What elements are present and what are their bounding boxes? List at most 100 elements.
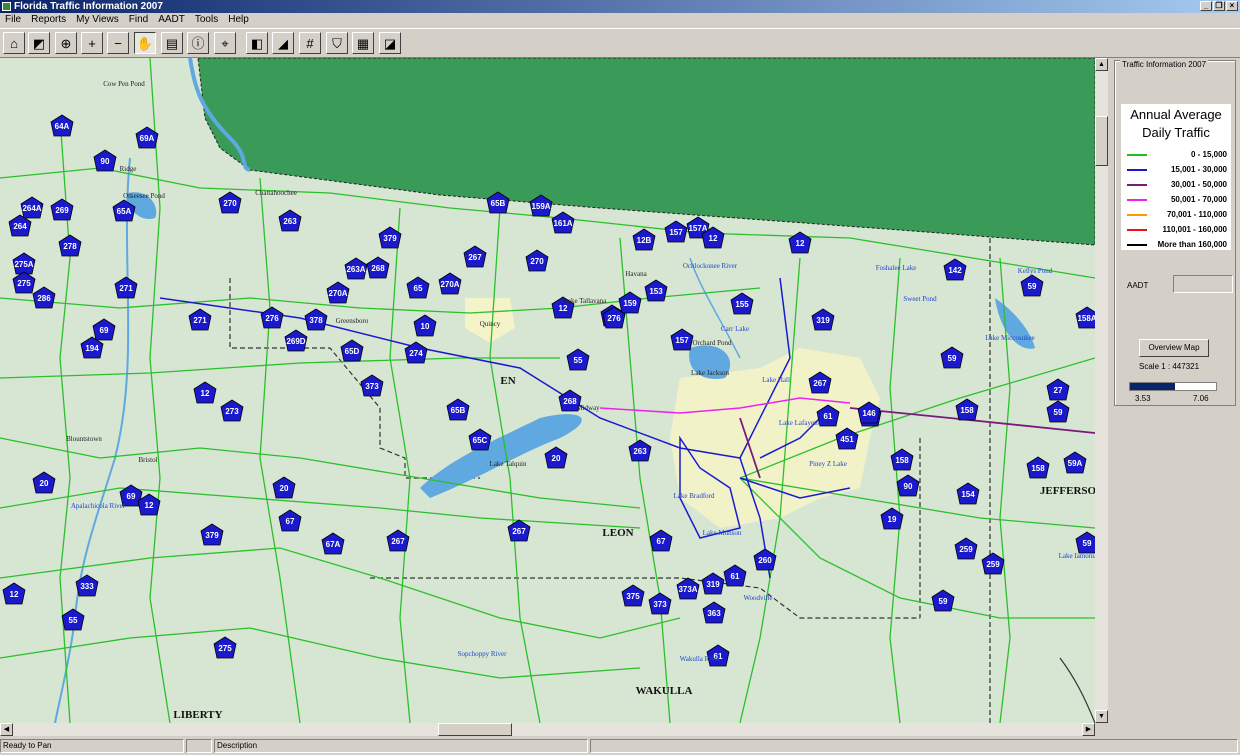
zoom-window-icon[interactable]: ⊕	[55, 32, 77, 54]
menu-help[interactable]: Help	[223, 13, 254, 27]
legend-row: 50,001 - 70,000	[1125, 194, 1229, 206]
legend-swatch	[1127, 199, 1147, 201]
zoom-in-icon[interactable]: +	[81, 32, 103, 54]
scale-max: 7.06	[1193, 394, 1209, 403]
place-label: Lake Lafayette	[779, 419, 821, 427]
legend-swatch	[1127, 169, 1147, 171]
place-label: Sweet Pond	[903, 295, 937, 303]
county-label: LIBERTY	[173, 709, 222, 721]
vertical-scrollbar[interactable]: ▲ ▼	[1095, 58, 1108, 723]
place-label: Midway	[576, 404, 600, 412]
info-icon[interactable]: ⓘ	[187, 32, 209, 54]
site-locator-icon[interactable]: ⌖	[214, 32, 236, 54]
status-pane	[186, 739, 212, 753]
place-label: Ochlockonee River	[683, 262, 738, 270]
county-label: LEON	[602, 527, 633, 539]
pan-hand-icon[interactable]: ✋	[134, 32, 156, 54]
place-label: Woodville	[744, 594, 773, 602]
scale-min: 3.53	[1135, 394, 1151, 403]
place-label: Ridge	[120, 165, 137, 173]
scale-text: Scale 1 : 447321	[1139, 362, 1200, 371]
close-button[interactable]: ×	[1226, 1, 1238, 11]
interstate-icon[interactable]: ⛉	[326, 32, 348, 54]
minimize-button[interactable]: _	[1200, 1, 1212, 11]
legend-label: 0 - 15,000	[1190, 150, 1227, 159]
title-bar: Florida Traffic Information 2007 _ ❐ ×	[0, 0, 1240, 13]
horizontal-scroll-thumb[interactable]	[438, 723, 512, 736]
menu-aadt[interactable]: AADT	[153, 13, 190, 27]
legend-swatch	[1127, 229, 1147, 231]
legend-label: 15,001 - 30,000	[1170, 165, 1227, 174]
place-label: Piney Z Lake	[809, 460, 847, 468]
place-label: Otkeesee Pond	[123, 192, 165, 200]
window-title: Florida Traffic Information 2007	[14, 1, 163, 12]
place-label: Kellys Pond	[1018, 267, 1053, 275]
restore-button[interactable]: ❐	[1213, 1, 1225, 11]
zoom-out-icon[interactable]: −	[107, 32, 129, 54]
scroll-up-arrow[interactable]: ▲	[1095, 58, 1108, 71]
place-label: Greensboro	[336, 317, 369, 325]
legend-row: 70,001 - 110,000	[1125, 209, 1229, 221]
legend-row: 110,001 - 160,000	[1125, 224, 1229, 236]
place-label: Lake Tallavana	[564, 297, 608, 305]
district-map-icon[interactable]: ◩	[28, 32, 50, 54]
legend-swatch	[1127, 244, 1147, 246]
legend-label: More than 160,000	[1157, 240, 1227, 249]
legend-label: 110,001 - 160,000	[1162, 225, 1227, 234]
full-extent-icon[interactable]: ▤	[161, 32, 183, 54]
road-layer-icon[interactable]: ◧	[246, 32, 268, 54]
menu-find[interactable]: Find	[124, 13, 153, 27]
legend-row: 15,001 - 30,000	[1125, 164, 1229, 176]
place-label: Havana	[625, 270, 647, 278]
app-icon	[2, 2, 11, 11]
panel-group-title: Traffic Information 2007	[1120, 60, 1209, 69]
status-text: Ready to Pan	[0, 739, 184, 753]
map-tools-icon[interactable]: ◪	[379, 32, 401, 54]
scroll-down-arrow[interactable]: ▼	[1095, 710, 1108, 723]
aadt-value-field[interactable]	[1173, 275, 1233, 293]
place-label: Lake Iamonia	[1059, 552, 1095, 560]
place-label: Cow Pen Pond	[103, 80, 145, 88]
map-area[interactable]: 64A 69A 90 264A 264 278 275A 275 286 271 269 270 65A…	[0, 58, 1108, 738]
place-label: Apalachicola River	[71, 502, 126, 510]
place-label: Lake Hall	[762, 376, 790, 384]
legend-swatch	[1127, 184, 1147, 186]
horizontal-scrollbar[interactable]: ◀ ▶	[0, 723, 1095, 736]
report-icon[interactable]: ▦	[352, 32, 374, 54]
aadt-label: AADT	[1127, 281, 1149, 290]
county-label: JEFFERSO	[1040, 485, 1095, 497]
menu-my-views[interactable]: My Views	[71, 13, 124, 27]
map-labels: LEON WAKULLA LIBERTY JEFFERSO EN Cow Pen Pond…	[66, 80, 1095, 721]
legend-label: 50,001 - 70,000	[1170, 195, 1227, 204]
menu-bar: File Reports My Views Find AADT Tools He…	[0, 13, 1240, 27]
place-label: Lake Jackson	[691, 369, 729, 377]
overview-map-button[interactable]: Overview Map	[1139, 339, 1209, 357]
place-label: Lake Miccosukee	[985, 334, 1035, 342]
status-pane-right	[590, 739, 1238, 753]
menu-file[interactable]: File	[0, 13, 26, 27]
vertical-scroll-thumb[interactable]	[1095, 116, 1108, 166]
place-label: Orchard Pond	[692, 339, 732, 347]
menu-tools[interactable]: Tools	[190, 13, 223, 27]
legend-title-line2: Daily Traffic	[1142, 125, 1210, 140]
county-label: EN	[500, 375, 515, 387]
legend-label: 70,001 - 110,000	[1166, 210, 1227, 219]
place-label: Chattahoochee	[255, 189, 297, 197]
menu-reports[interactable]: Reports	[26, 13, 71, 27]
place-label: Lake Talquin	[490, 460, 527, 468]
legend-row: 30,001 - 50,000	[1125, 179, 1229, 191]
scroll-left-arrow[interactable]: ◀	[0, 723, 13, 736]
legend-row: 0 - 15,000	[1125, 149, 1229, 161]
place-label: Wakulla River	[680, 655, 721, 663]
florida-map-icon[interactable]: ⌂	[3, 32, 25, 54]
route-icon[interactable]: ◢	[272, 32, 294, 54]
status-bar: Ready to Pan Description	[0, 738, 1240, 755]
scroll-right-arrow[interactable]: ▶	[1082, 723, 1095, 736]
legend-swatch	[1127, 154, 1147, 156]
grid-icon[interactable]: #	[299, 32, 321, 54]
place-label: Carr Lake	[721, 325, 749, 333]
county-label: WAKULLA	[636, 685, 693, 697]
place-label: Blountstown	[66, 435, 102, 443]
place-label: Lake Bradford	[673, 492, 715, 500]
status-description: Description	[214, 739, 588, 753]
